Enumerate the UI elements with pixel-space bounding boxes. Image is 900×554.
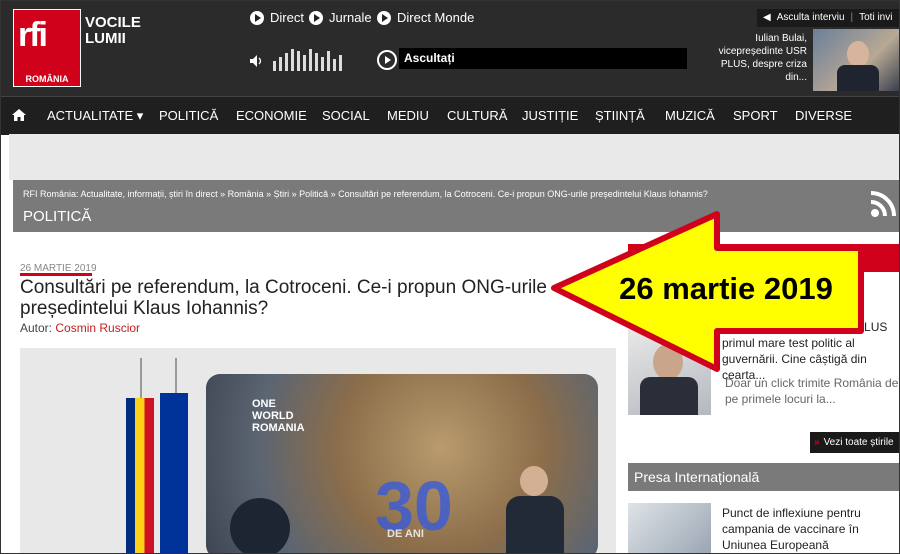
annotation-text: 26 martie 2019 [619, 271, 833, 306]
browser-viewport: rfi ROMÂNIA VOCILE LUMII Direct Jurnale … [0, 0, 900, 554]
